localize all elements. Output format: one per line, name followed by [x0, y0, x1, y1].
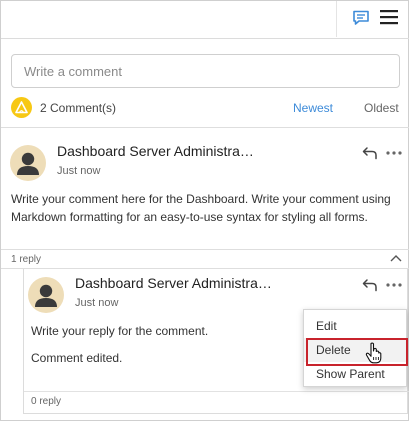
collapse-replies-button[interactable] — [389, 252, 403, 264]
menu-item-edit[interactable]: Edit — [304, 314, 408, 338]
hand-cursor-icon — [365, 342, 382, 364]
more-options-button[interactable] — [385, 279, 403, 291]
reply-body-line: Comment edited. — [31, 351, 123, 365]
comment-icon — [353, 10, 369, 25]
top-bar — [1, 1, 409, 39]
reply-button[interactable] — [361, 145, 379, 161]
highlight-box — [306, 338, 408, 366]
user-icon — [17, 152, 39, 175]
reply-count: 1 reply — [11, 254, 42, 265]
user-icon — [35, 284, 57, 307]
more-icon — [386, 283, 402, 287]
comment-count: 2 Comment(s) — [40, 101, 117, 115]
divider — [24, 391, 409, 392]
sort-newest-link[interactable]: Newest — [293, 101, 333, 115]
hamburger-menu-button[interactable] — [375, 3, 403, 31]
alert-badge — [11, 97, 32, 118]
comment-summary-row: 2 Comment(s) Newest Oldest — [1, 95, 409, 121]
alert-icon — [15, 101, 28, 114]
comment-author: Dashboard Server Administra… — [57, 143, 254, 159]
reply-time: Just now — [75, 297, 119, 309]
reply-count: 0 reply — [31, 396, 62, 407]
more-icon — [386, 151, 402, 155]
reply-icon — [362, 279, 377, 292]
reply-body-line: Write your reply for the comment. — [31, 324, 209, 338]
reply-icon — [362, 147, 377, 160]
avatar — [28, 277, 64, 313]
chevron-up-icon — [390, 255, 402, 262]
comments-panel: 2 Comment(s) Newest Oldest Dashboard Ser… — [0, 0, 409, 421]
comment-time: Just now — [57, 165, 101, 177]
reply-button[interactable] — [361, 277, 379, 293]
more-options-button[interactable] — [385, 147, 403, 159]
divider — [1, 249, 409, 250]
hamburger-menu-icon — [380, 10, 398, 25]
avatar — [10, 145, 46, 181]
toolbar-divider — [336, 1, 337, 37]
comment-body: Write your comment here for the Dashboar… — [11, 192, 391, 224]
reply-author: Dashboard Server Administra… — [75, 275, 272, 291]
comment-toggle-button[interactable] — [347, 5, 375, 31]
comment-input[interactable] — [11, 54, 400, 88]
sort-oldest-link[interactable]: Oldest — [364, 101, 399, 115]
divider — [1, 127, 409, 128]
